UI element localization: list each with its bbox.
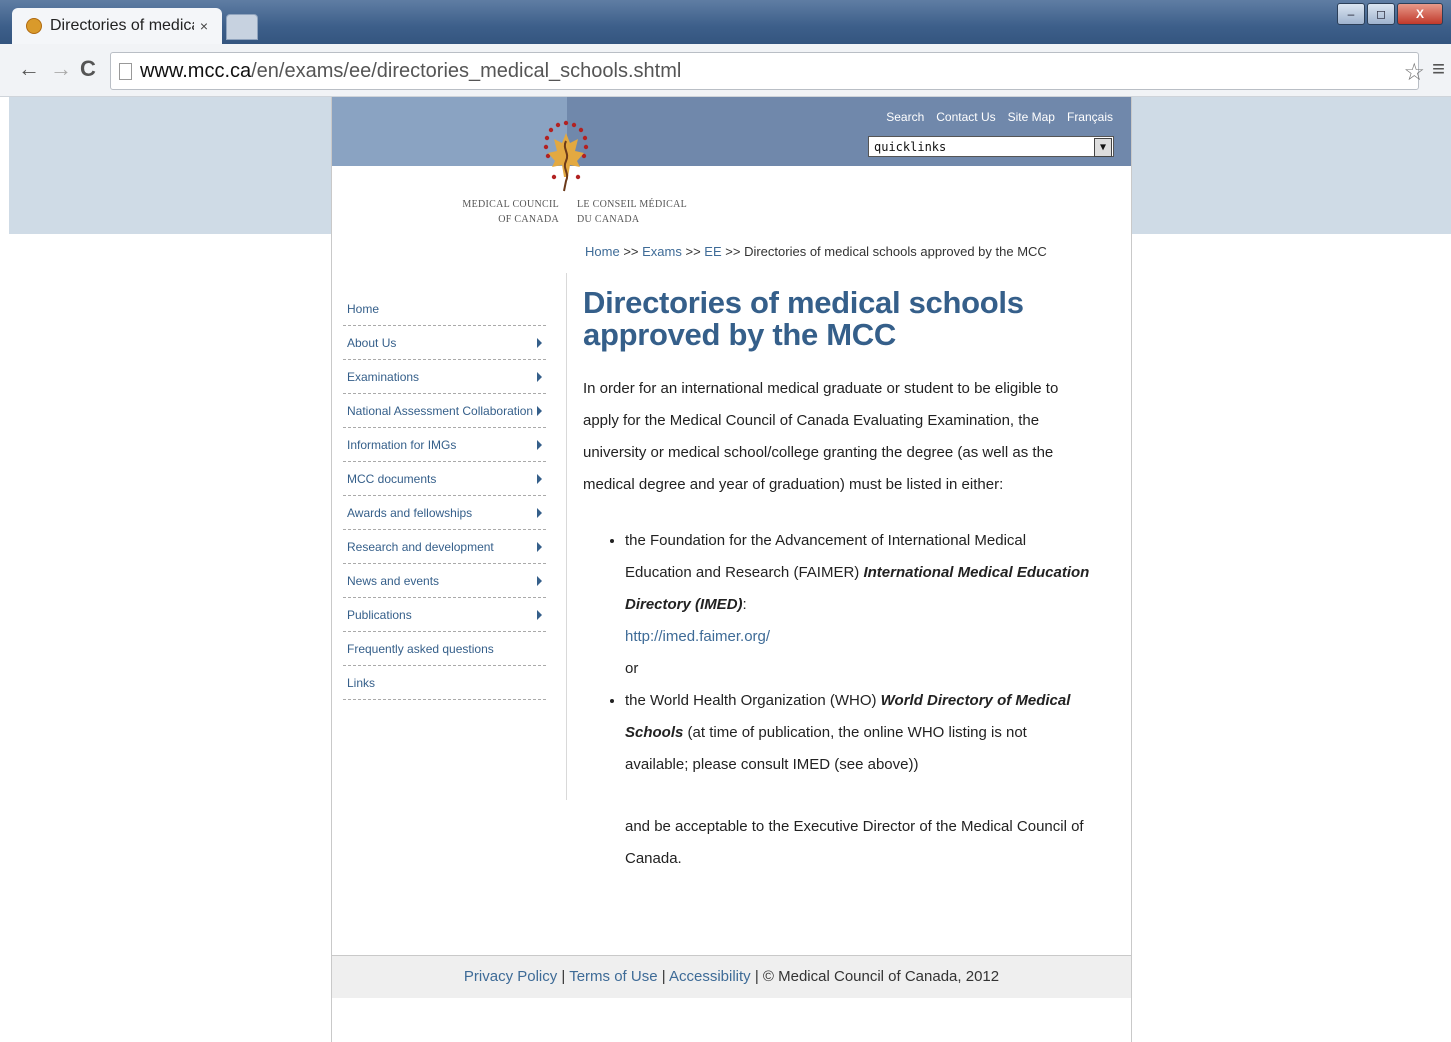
sidebar-item-examinations[interactable]: Examinations (343, 360, 546, 394)
bookmark-star-icon[interactable]: ☆ (1403, 58, 1425, 87)
mcc-logo-icon (543, 120, 589, 192)
utility-links: Search Contact Us Site Map Français (886, 110, 1113, 124)
breadcrumb-separator: >> (623, 244, 639, 259)
browser-menu-icon[interactable]: ≡ (1432, 56, 1445, 82)
breadcrumb-ee[interactable]: EE (704, 244, 721, 259)
sidebar-item-information-for-imgs[interactable]: Information for IMGs (343, 428, 546, 462)
dropdown-arrow-icon[interactable]: ▼ (1094, 138, 1112, 157)
imed-link[interactable]: http://imed.faimer.org/ (625, 628, 770, 645)
reload-icon[interactable]: C (80, 56, 96, 82)
breadcrumb-home[interactable]: Home (585, 244, 620, 259)
arrow-right-icon (537, 405, 542, 416)
privacy-policy-link[interactable]: Privacy Policy (464, 968, 557, 985)
arrow-right-icon (537, 575, 542, 586)
arrow-right-icon (537, 473, 542, 484)
maximize-button[interactable]: ◻ (1367, 3, 1395, 25)
sidebar-item-research-and-development[interactable]: Research and development (343, 530, 546, 564)
page-icon (119, 62, 132, 80)
logo-text-french: LE CONSEIL MÉDICAL DU CANADA (577, 199, 688, 225)
sidebar-item-links[interactable]: Links (343, 666, 546, 700)
arrow-right-icon (537, 371, 542, 382)
browser-titlebar: Directories of medical sch × – ◻ X (0, 0, 1451, 44)
sidebar-item-faq[interactable]: Frequently asked questions (343, 632, 546, 666)
copyright-text: © Medical Council of Canada, 2012 (762, 968, 1000, 985)
breadcrumb: Home >> Exams >> EE >> Directories of me… (585, 244, 1047, 259)
closing-paragraph: and be acceptable to the Executive Direc… (625, 818, 1084, 867)
breadcrumb-separator: >> (685, 244, 701, 259)
url-path: /en/exams/ee/directories_medical_schools… (251, 59, 682, 82)
sidebar-item-home[interactable]: Home (343, 292, 546, 326)
quicklinks-select[interactable]: quicklinks ▼ (868, 136, 1114, 157)
breadcrumb-separator: >> (725, 244, 741, 259)
sidebar-nav: Home About Us Examinations National Asse… (343, 292, 546, 700)
tab-close-icon[interactable]: × (194, 18, 214, 34)
back-arrow-icon[interactable]: ← (18, 56, 40, 82)
list-item-who: the World Health Organization (WHO) Worl… (625, 685, 1093, 781)
column-divider (566, 273, 567, 800)
main-content: Directories of medical schools approved … (583, 287, 1093, 875)
francais-link[interactable]: Français (1067, 110, 1113, 124)
arrow-right-icon (537, 507, 542, 518)
url-domain: www.mcc.ca (140, 59, 252, 82)
list-item-imed: the Foundation for the Advancement of In… (625, 525, 1093, 685)
contact-us-link[interactable]: Contact Us (936, 110, 995, 124)
address-bar[interactable]: www.mcc.ca /en/exams/ee/directories_medi… (110, 52, 1419, 90)
sidebar-item-publications[interactable]: Publications (343, 598, 546, 632)
arrow-right-icon (537, 541, 542, 552)
sidebar-item-news-and-events[interactable]: News and events (343, 564, 546, 598)
terms-of-use-link[interactable]: Terms of Use (569, 968, 657, 985)
sidebar-item-about-us[interactable]: About Us (343, 326, 546, 360)
site-map-link[interactable]: Site Map (1008, 110, 1055, 124)
breadcrumb-exams[interactable]: Exams (642, 244, 682, 259)
new-tab-button[interactable] (226, 14, 258, 40)
browser-tab[interactable]: Directories of medical sch × (12, 8, 222, 44)
accessibility-link[interactable]: Accessibility (669, 968, 751, 985)
close-window-button[interactable]: X (1397, 3, 1443, 25)
directory-list: the Foundation for the Advancement of In… (583, 525, 1093, 781)
arrow-right-icon (537, 337, 542, 348)
sidebar-item-awards-and-fellowships[interactable]: Awards and fellowships (343, 496, 546, 530)
window-controls: – ◻ X (1335, 3, 1443, 25)
page-title: Directories of medical schools approved … (583, 285, 1024, 352)
or-text: or (625, 660, 639, 677)
page-container: Search Contact Us Site Map Français quic… (331, 97, 1132, 1042)
page-footer: Privacy Policy | Terms of Use | Accessib… (332, 955, 1131, 998)
minimize-button[interactable]: – (1337, 3, 1365, 25)
mcc-favicon-icon (26, 18, 42, 34)
arrow-right-icon (537, 609, 542, 620)
header-right-panel: Search Contact Us Site Map Français quic… (567, 97, 1131, 166)
search-link[interactable]: Search (886, 110, 924, 124)
quicklinks-value: quicklinks (874, 140, 947, 154)
tab-title: Directories of medical sch (50, 17, 194, 34)
sidebar-item-mcc-documents[interactable]: MCC documents (343, 462, 546, 496)
breadcrumb-current: Directories of medical schools approved … (744, 244, 1047, 259)
arrow-right-icon (537, 439, 542, 450)
forward-arrow-icon[interactable]: → (50, 56, 72, 82)
intro-paragraph: In order for an international medical gr… (583, 380, 1059, 493)
sidebar-item-national-assessment-collaboration[interactable]: National Assessment Collaboration (343, 394, 546, 428)
logo-text-english: MEDICAL COUNCIL OF CANADA (462, 199, 559, 225)
